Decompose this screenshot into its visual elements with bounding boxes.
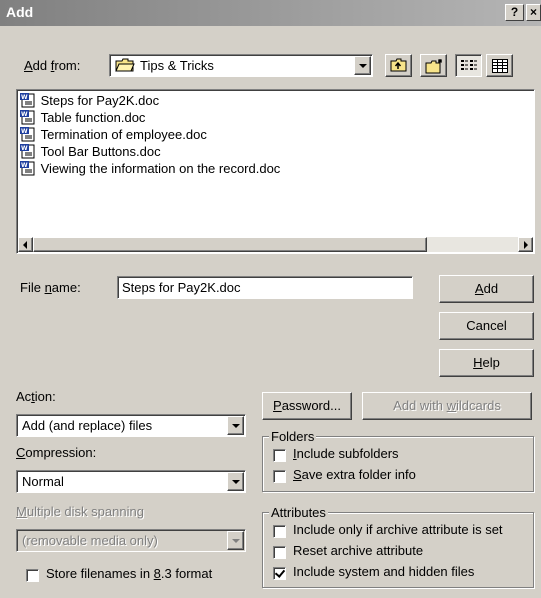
file-name: Viewing the information on the record.do… [40,161,281,177]
archive-only-checkbox[interactable] [273,525,286,538]
add-from-combobox[interactable]: Tips & Tricks [109,54,373,77]
svg-text:W: W [21,111,28,118]
file-name: Tool Bar Buttons.doc [40,144,161,160]
new-folder-button[interactable] [420,54,447,77]
attributes-title: Attributes [269,505,328,520]
reset-archive-label: Reset archive attribute [293,543,424,558]
save-extra-label: Save extra folder info [293,467,416,482]
help-title-button[interactable]: ? [505,4,524,21]
up-folder-icon [390,58,408,76]
scroll-thumb[interactable] [33,237,427,252]
system-hidden-checkbox[interactable] [273,567,286,580]
file-name-value: Steps for Pay2K.doc [122,280,241,295]
title-bar: Add ? × [0,0,541,26]
system-hidden-label: Include system and hidden files [293,564,475,579]
action-value: Add (and replace) files [22,418,153,433]
spanning-select: (removable media only) [16,529,246,552]
spanning-label: Multiple disk spanning [16,504,144,519]
up-folder-button[interactable] [385,54,412,77]
reset-archive-checkbox[interactable] [273,546,286,559]
word-document-icon: W [20,93,35,108]
compression-dropdown-button[interactable] [227,472,244,491]
window-title: Add [6,4,34,20]
file-name: Termination of employee.doc [40,127,207,143]
store-83-checkbox[interactable] [26,569,39,582]
word-document-icon: W [20,144,35,159]
file-list[interactable]: W Steps for Pay2K.doc W Table function.d… [16,89,535,254]
file-name-input[interactable]: Steps for Pay2K.doc [117,276,413,299]
cancel-button[interactable]: Cancel [439,312,534,340]
close-title-button[interactable]: × [526,4,541,21]
file-name: Table function.doc [40,110,146,126]
compression-select[interactable]: Normal [16,470,246,493]
list-item[interactable]: W Table function.doc [20,109,145,126]
add-from-dropdown-button[interactable] [354,56,371,75]
help-button[interactable]: Help [439,349,534,377]
folder-icon [115,58,135,76]
action-label: Action: [16,389,56,404]
details-view-icon [492,59,508,76]
new-folder-icon [425,58,444,77]
list-view-icon [461,59,477,76]
svg-text:W: W [21,94,28,101]
word-document-icon: W [20,127,35,142]
list-item[interactable]: W Steps for Pay2K.doc [20,92,159,109]
compression-label: Compression: [16,445,97,460]
scroll-left-icon[interactable] [18,237,33,252]
archive-only-label: Include only if archive attribute is set [293,522,503,537]
add-wildcards-button: Add with wildcards [362,392,532,420]
svg-text:W: W [21,145,28,152]
include-subfolders-checkbox[interactable] [273,449,286,462]
password-button[interactable]: Password... [262,392,352,420]
file-name-label: File name: [20,280,81,295]
spanning-value: (removable media only) [22,533,158,548]
add-from-label: Add from: [24,58,81,73]
details-view-button[interactable] [486,54,513,77]
scroll-right-icon[interactable] [518,237,533,252]
attributes-group: Attributes Include only if archive attri… [262,505,534,588]
word-document-icon: W [20,110,35,125]
compression-value: Normal [22,474,64,489]
svg-text:W: W [21,162,28,169]
list-item[interactable]: W Termination of employee.doc [20,126,207,143]
spanning-dropdown-button [227,531,244,550]
folders-group: Folders Include subfolders Save extra fo… [262,429,534,492]
add-from-value: Tips & Tricks [140,58,214,73]
add-button[interactable]: Add [439,275,534,303]
action-dropdown-button[interactable] [227,416,244,435]
list-item[interactable]: W Viewing the information on the record.… [20,160,280,177]
svg-text:W: W [21,128,28,135]
file-name: Steps for Pay2K.doc [40,93,160,109]
store-83-label: Store filenames in 8.3 format [46,566,213,581]
horizontal-scrollbar[interactable] [18,237,533,252]
word-document-icon: W [20,161,35,176]
list-view-button[interactable] [455,54,482,77]
list-item[interactable]: W Tool Bar Buttons.doc [20,143,161,160]
include-subfolders-label: Include subfolders [293,446,399,461]
save-extra-checkbox[interactable] [273,470,286,483]
action-select[interactable]: Add (and replace) files [16,414,246,437]
folders-title: Folders [269,429,317,444]
